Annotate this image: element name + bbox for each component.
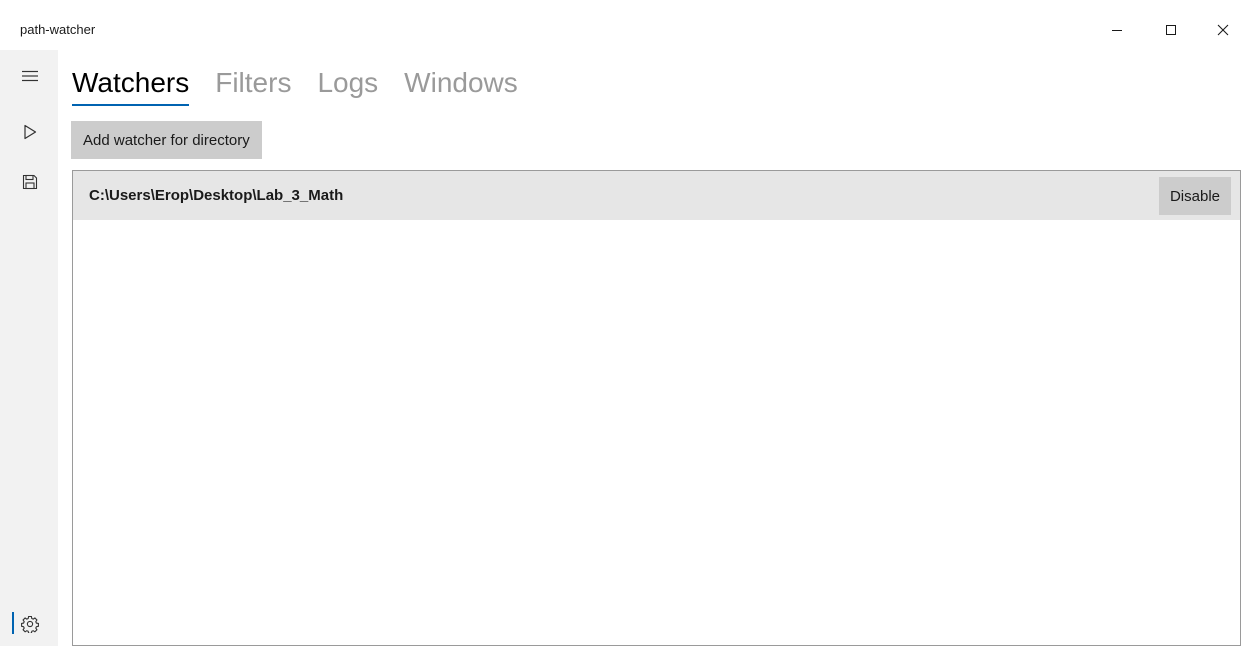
app-title: path-watcher	[20, 22, 96, 37]
tab-label: Watchers	[72, 67, 190, 98]
navigation-rail	[0, 50, 58, 646]
close-icon	[1217, 24, 1229, 36]
minimize-button[interactable]	[1094, 8, 1140, 52]
main-content: Watchers Filters Logs Windows Add watche…	[58, 50, 1246, 646]
tab-filters[interactable]: Filters	[215, 66, 291, 100]
app-window: path-watcher Watchers Filters Logs Windo…	[0, 0, 1246, 646]
maximize-button[interactable]	[1148, 8, 1194, 52]
save-icon	[22, 174, 38, 190]
disable-button[interactable]: Disable	[1158, 177, 1231, 215]
tab-label: Filters	[215, 67, 292, 98]
tab-windows[interactable]: Windows	[404, 66, 518, 100]
hamburger-menu-icon	[22, 70, 38, 82]
tab-label: Windows	[404, 67, 518, 98]
watcher-list[interactable]: C:\Users\Erop\Desktop\Lab_3_Math Disable	[72, 170, 1241, 646]
tab-label: Logs	[317, 67, 379, 98]
active-tab-underline	[72, 104, 190, 106]
add-watcher-button[interactable]: Add watcher for directory	[71, 121, 262, 159]
gear-icon	[21, 615, 39, 633]
watcher-path: C:\Users\Erop\Desktop\Lab_3_Math	[89, 187, 344, 204]
minimize-icon	[1112, 30, 1122, 31]
tab-watchers[interactable]: Watchers	[72, 66, 190, 106]
start-button[interactable]	[8, 114, 52, 150]
tab-bar: Watchers Filters Logs Windows	[72, 66, 518, 106]
title-bar[interactable]: path-watcher	[0, 0, 1246, 50]
list-item[interactable]: C:\Users\Erop\Desktop\Lab_3_Math Disable	[73, 171, 1240, 220]
hamburger-menu-button[interactable]	[8, 58, 52, 94]
maximize-icon	[1166, 25, 1176, 35]
settings-button[interactable]	[8, 606, 52, 642]
save-button[interactable]	[8, 164, 52, 200]
play-icon	[24, 124, 37, 140]
close-button[interactable]	[1200, 8, 1246, 52]
tab-logs[interactable]: Logs	[317, 66, 378, 100]
